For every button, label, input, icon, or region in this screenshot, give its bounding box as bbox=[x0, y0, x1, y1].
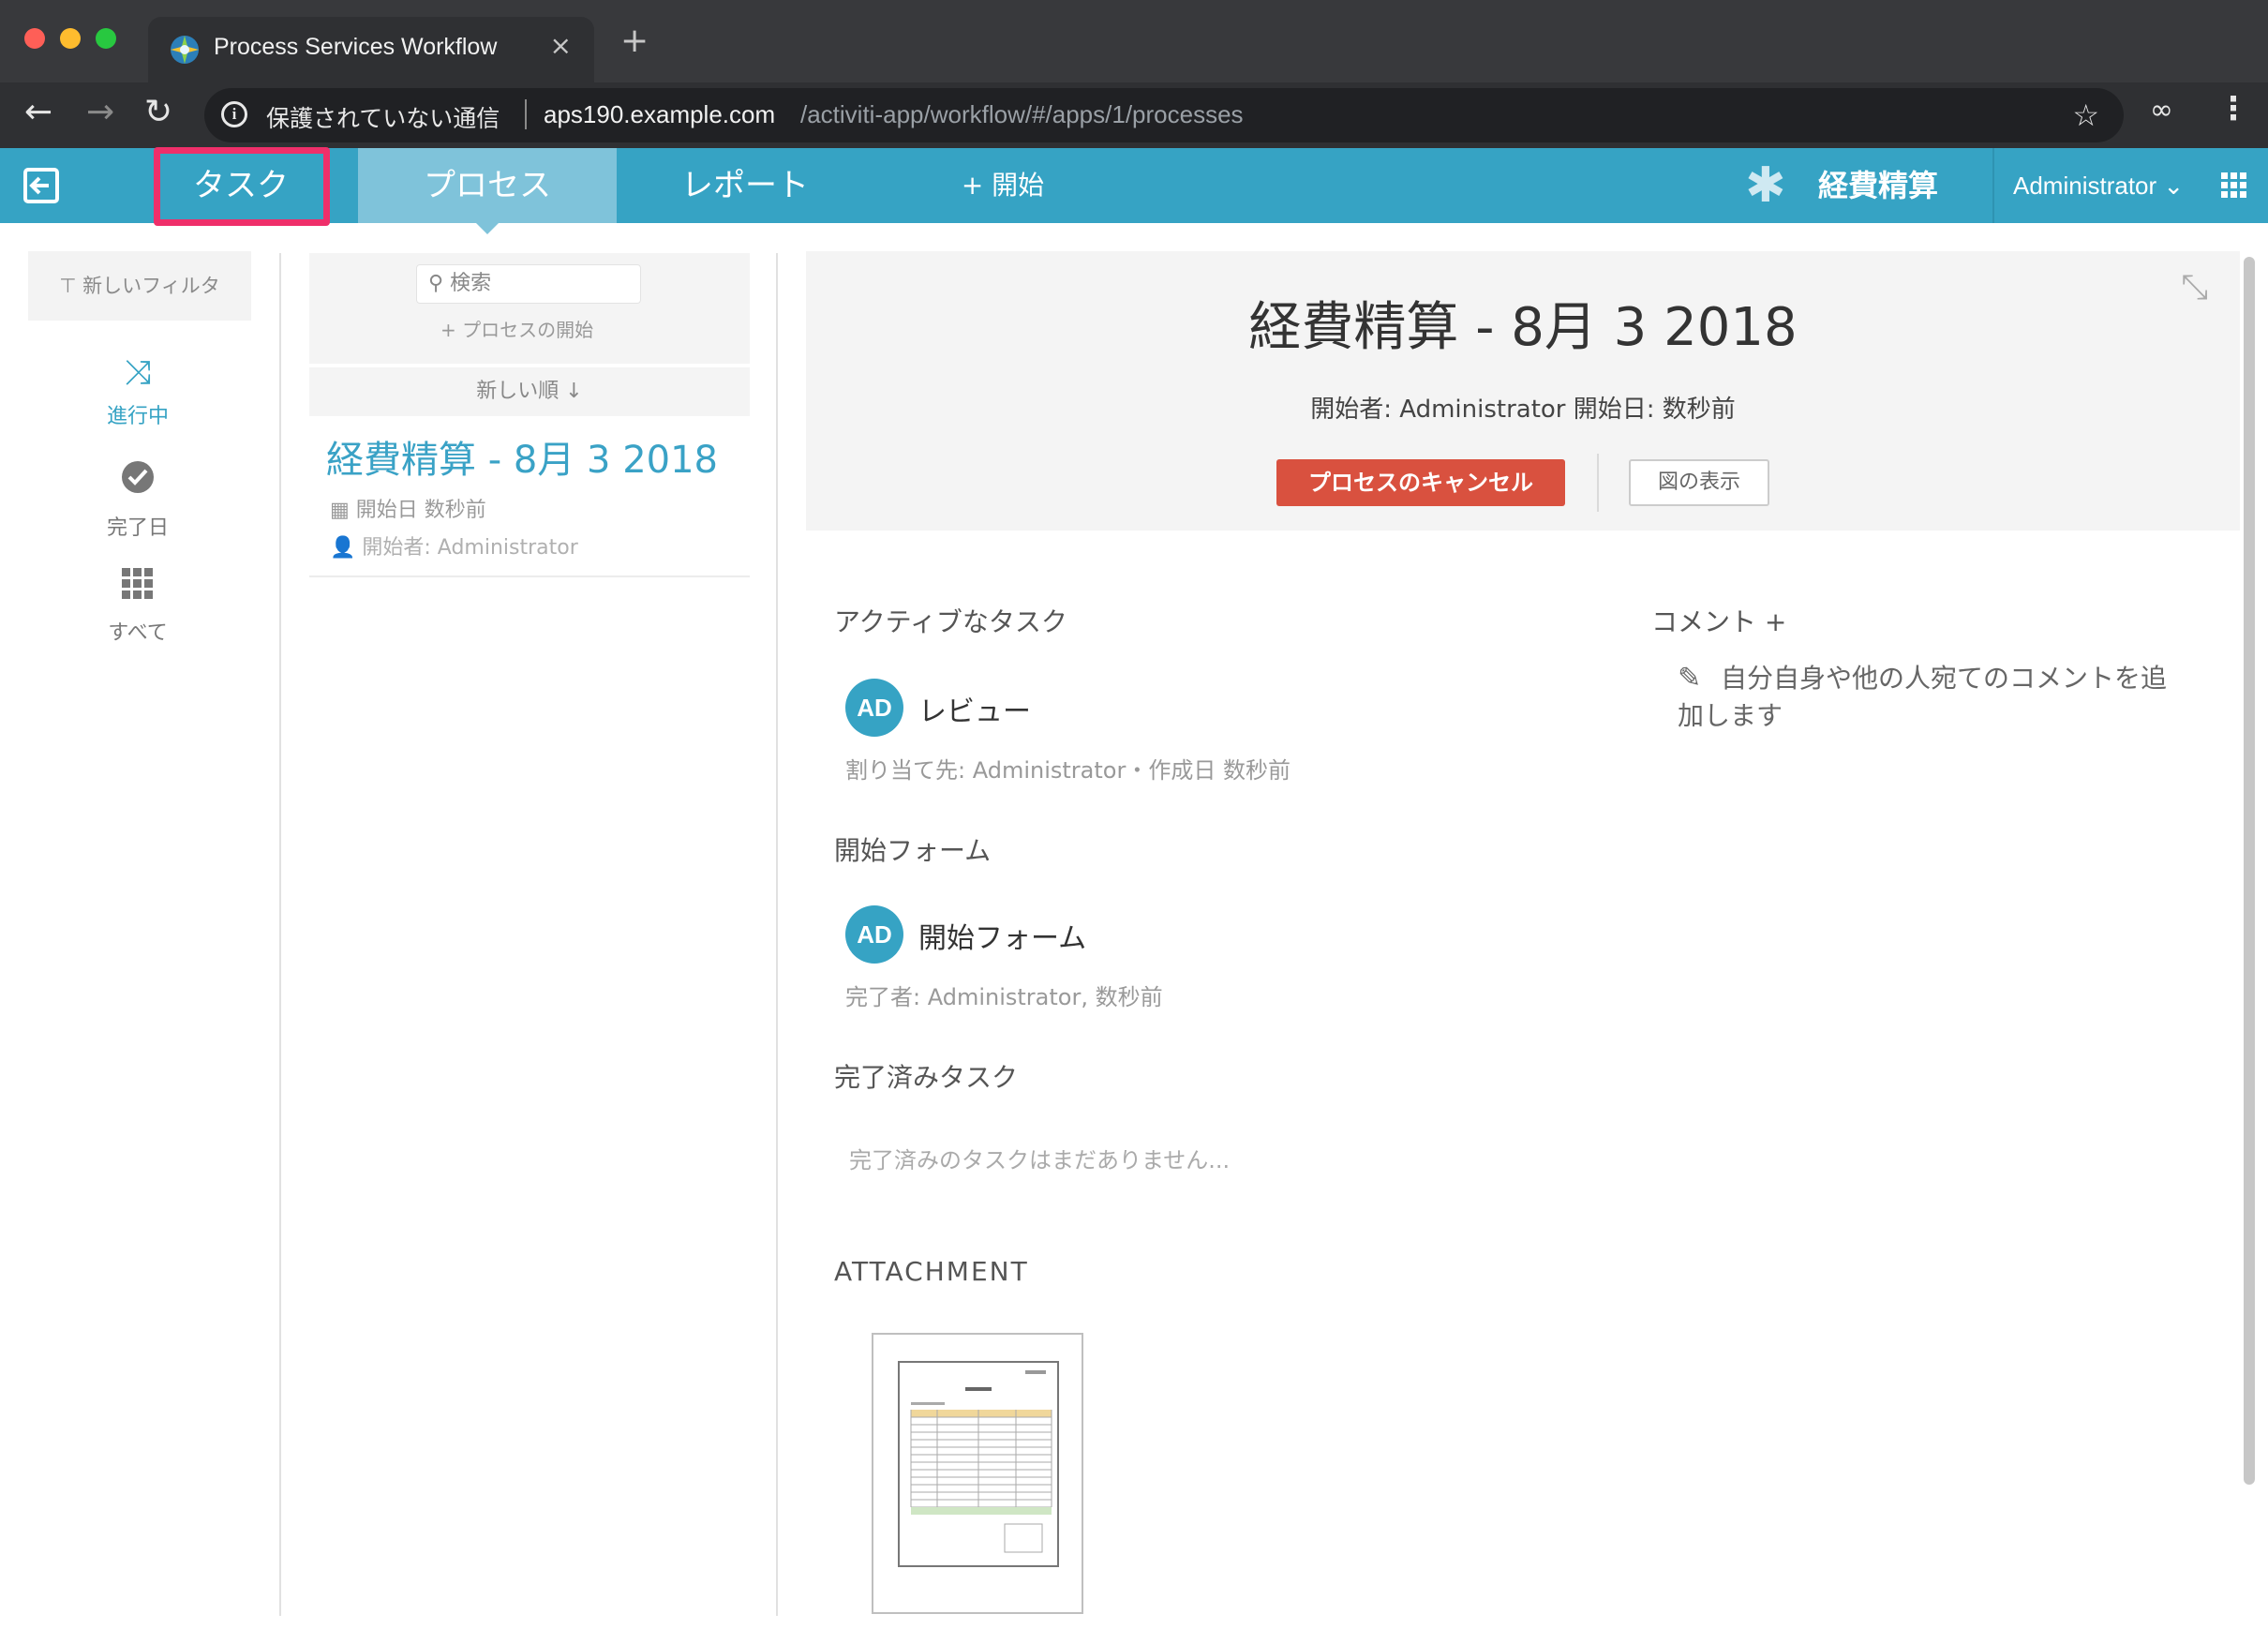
start-form-heading: 開始フォーム bbox=[834, 835, 992, 866]
user-menu[interactable]: Administrator ⌄ bbox=[2013, 148, 2184, 223]
security-status[interactable]: 保護されていない通信 bbox=[266, 100, 500, 134]
minimize-window-button[interactable] bbox=[60, 28, 81, 49]
show-diagram-button[interactable]: 図の表示 bbox=[1629, 459, 1769, 506]
nav-tab-reports[interactable]: レポート bbox=[656, 148, 834, 223]
app-name: 経費精算 bbox=[1818, 168, 1939, 203]
active-tab-caret bbox=[476, 223, 499, 234]
column-divider bbox=[776, 253, 778, 1616]
back-arrow-icon[interactable]: ← bbox=[24, 96, 52, 129]
user-icon: 👤 bbox=[330, 536, 363, 560]
nav-tab-processes[interactable]: プロセス bbox=[358, 148, 617, 223]
process-item-started: ▦ 開始日 数秒前 bbox=[330, 493, 486, 523]
process-item-title: 経費精算 - 8月 3 2018 bbox=[326, 439, 718, 482]
calendar-icon: ▦ bbox=[330, 499, 356, 522]
avatar: AD bbox=[845, 679, 903, 737]
avatar: AD bbox=[845, 905, 903, 964]
comments-heading[interactable]: コメント + bbox=[1651, 602, 1786, 639]
shuffle-icon: ⤨ bbox=[124, 353, 152, 392]
new-filter-button[interactable]: ⊤ 新しいフィルタ bbox=[28, 251, 251, 321]
filter-running[interactable]: ⤨ 進行中 bbox=[37, 354, 238, 429]
browser-menu-icon[interactable]: ⋮ bbox=[2217, 90, 2249, 127]
app-navbar: タスク プロセス レポート + 開始 ✱ 経費精算 Administrator … bbox=[0, 148, 2268, 223]
app-logo-icon: ✱ bbox=[1745, 157, 1786, 214]
active-tasks-heading: アクティブなタスク bbox=[834, 606, 1067, 637]
address-divider bbox=[525, 99, 527, 129]
grid-icon bbox=[37, 568, 238, 608]
url-host[interactable]: aps190.example.com bbox=[544, 100, 775, 129]
attachment-thumbnail[interactable] bbox=[872, 1333, 1083, 1614]
add-comment-hint[interactable]: 自分自身や他の人宛てのコメントを追加します bbox=[1678, 660, 2184, 735]
process-detail-header: ⤡ 経費精算 - 8月 3 2018 開始者: Administrator 開始… bbox=[806, 251, 2240, 531]
maximize-window-button[interactable] bbox=[96, 28, 116, 49]
button-separator bbox=[1597, 454, 1599, 512]
browser-tab[interactable]: Process Services Workflow × bbox=[148, 17, 594, 82]
completed-tasks-empty: 完了済みのタスクはまだありません... bbox=[849, 1147, 1231, 1173]
document-preview bbox=[898, 1361, 1059, 1567]
reload-icon[interactable]: ↻ bbox=[144, 96, 172, 129]
filter-running-label: 進行中 bbox=[106, 405, 169, 428]
tab-close-icon[interactable]: × bbox=[550, 30, 572, 61]
search-input[interactable]: ⚲ 検索 bbox=[416, 264, 641, 304]
process-item-starter-text: 開始者: Administrator bbox=[362, 536, 578, 560]
nav-start-button[interactable]: + 開始 bbox=[937, 148, 1068, 223]
start-form-name[interactable]: 開始フォーム bbox=[918, 915, 1086, 956]
scrollbar[interactable] bbox=[2244, 257, 2255, 1485]
filter-sidebar: ⊤ 新しいフィルタ ⤨ 進行中 完了日 すべて bbox=[0, 223, 281, 1644]
browser-toolbar: ← → ↻ i 保護されていない通信 aps190.example.com /a… bbox=[0, 82, 2268, 148]
favicon-icon bbox=[171, 36, 199, 64]
active-task-name[interactable]: レビュー bbox=[918, 688, 1031, 729]
back-to-landing-icon[interactable] bbox=[22, 167, 60, 204]
forward-arrow-icon[interactable]: → bbox=[86, 96, 114, 129]
apps-grid-icon[interactable] bbox=[2221, 172, 2247, 199]
search-placeholder: 検索 bbox=[450, 272, 492, 295]
process-item-starter: 👤 開始者: Administrator bbox=[330, 531, 578, 560]
browser-tab-strip: Process Services Workflow × + bbox=[0, 0, 2268, 82]
address-bar[interactable]: i 保護されていない通信 aps190.example.com /activit… bbox=[204, 88, 2124, 142]
close-window-button[interactable] bbox=[24, 28, 45, 49]
process-list-item[interactable]: 経費精算 - 8月 3 2018 ▦ 開始日 数秒前 👤 開始者: Admini… bbox=[309, 420, 750, 577]
active-task-meta: 割り当て先: Administrator・作成日 数秒前 bbox=[845, 757, 1291, 784]
filter-completed[interactable]: 完了日 bbox=[37, 459, 238, 541]
filter-all-label: すべて bbox=[108, 621, 168, 645]
start-process-link[interactable]: + プロセスの開始 bbox=[440, 315, 593, 342]
process-title: 経費精算 - 8月 3 2018 bbox=[1248, 297, 1798, 358]
search-icon: ⚲ bbox=[428, 272, 451, 295]
info-icon[interactable]: i bbox=[221, 101, 247, 127]
cancel-process-button[interactable]: プロセスのキャンセル bbox=[1276, 459, 1565, 506]
attachment-heading: ATTACHMENT bbox=[834, 1256, 1029, 1287]
filter-completed-label: 完了日 bbox=[106, 516, 169, 540]
incognito-icon[interactable]: ∞ bbox=[2150, 94, 2173, 127]
start-form-meta: 完了者: Administrator, 数秒前 bbox=[845, 984, 1163, 1010]
completed-tasks-heading: 完了済みタスク bbox=[834, 1062, 1019, 1093]
tab-title: Process Services Workflow bbox=[214, 34, 498, 60]
process-item-started-text: 開始日 数秒前 bbox=[355, 499, 486, 522]
new-tab-button[interactable]: + bbox=[620, 24, 649, 58]
process-list-header: ⚲ 検索 + プロセスの開始 bbox=[309, 253, 750, 364]
tasks-highlight-box bbox=[154, 147, 330, 226]
process-meta: 開始者: Administrator 開始日: 数秒前 bbox=[1310, 396, 1736, 424]
url-path[interactable]: /activiti-app/workflow/#/apps/1/processe… bbox=[800, 100, 1244, 129]
sort-toggle[interactable]: 新しい順 ↓ bbox=[309, 367, 750, 416]
check-circle-icon bbox=[37, 459, 238, 503]
column-divider bbox=[279, 253, 281, 1616]
bookmark-star-icon[interactable]: ☆ bbox=[2072, 97, 2099, 133]
filter-all[interactable]: すべて bbox=[37, 568, 238, 646]
navbar-divider bbox=[1992, 148, 1994, 223]
